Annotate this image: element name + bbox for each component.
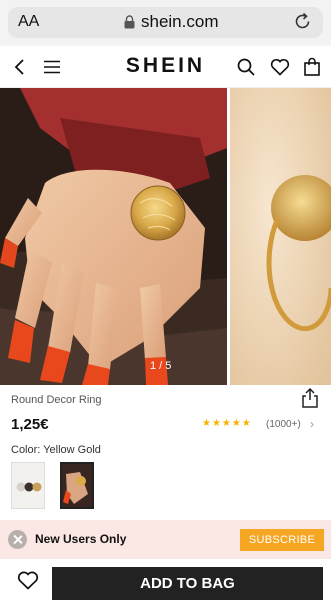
bottom-action-bar: ADD TO BAG xyxy=(0,560,331,600)
site-header: SHEIN xyxy=(0,46,331,88)
reload-icon[interactable] xyxy=(293,12,313,32)
image-pager: 1 / 5 xyxy=(150,360,172,372)
browser-url-bar: AA shein.com xyxy=(0,0,331,46)
product-image-hand-ring[interactable] xyxy=(0,88,227,385)
address-field[interactable]: AA shein.com xyxy=(8,7,323,38)
rating-stars[interactable]: ★★★★★ xyxy=(202,418,252,429)
color-swatch-image xyxy=(62,464,92,507)
product-image-carousel[interactable]: 1 / 5 xyxy=(0,88,331,385)
color-swatch-multi[interactable] xyxy=(11,462,45,509)
product-image-ring-closeup[interactable] xyxy=(230,88,331,385)
search-icon[interactable] xyxy=(236,57,256,77)
wishlist-heart-icon[interactable] xyxy=(270,57,290,77)
text-size-button[interactable]: AA xyxy=(18,13,39,31)
close-icon[interactable] xyxy=(8,530,27,549)
reviews-chevron-icon[interactable]: › xyxy=(310,417,314,431)
product-price: 1,25€ xyxy=(11,416,49,433)
menu-icon[interactable] xyxy=(42,57,62,77)
lock-icon xyxy=(124,15,135,29)
banner-text: New Users Only xyxy=(35,532,127,546)
shopping-bag-icon[interactable] xyxy=(302,57,322,77)
review-count[interactable]: (1000+) xyxy=(266,419,301,430)
subscribe-button[interactable]: SUBSCRIBE xyxy=(240,529,324,551)
add-to-bag-button[interactable]: ADD TO BAG xyxy=(52,567,323,600)
back-arrow-icon[interactable] xyxy=(10,57,30,77)
product-name: Round Decor Ring xyxy=(11,394,102,406)
color-swatch-yellow-gold[interactable] xyxy=(60,462,94,509)
share-icon[interactable] xyxy=(301,388,319,408)
color-swatch-image xyxy=(12,463,44,508)
url-domain: shein.com xyxy=(141,12,219,31)
color-label: Color: Yellow Gold xyxy=(11,444,101,456)
wishlist-heart-icon[interactable] xyxy=(17,570,39,590)
